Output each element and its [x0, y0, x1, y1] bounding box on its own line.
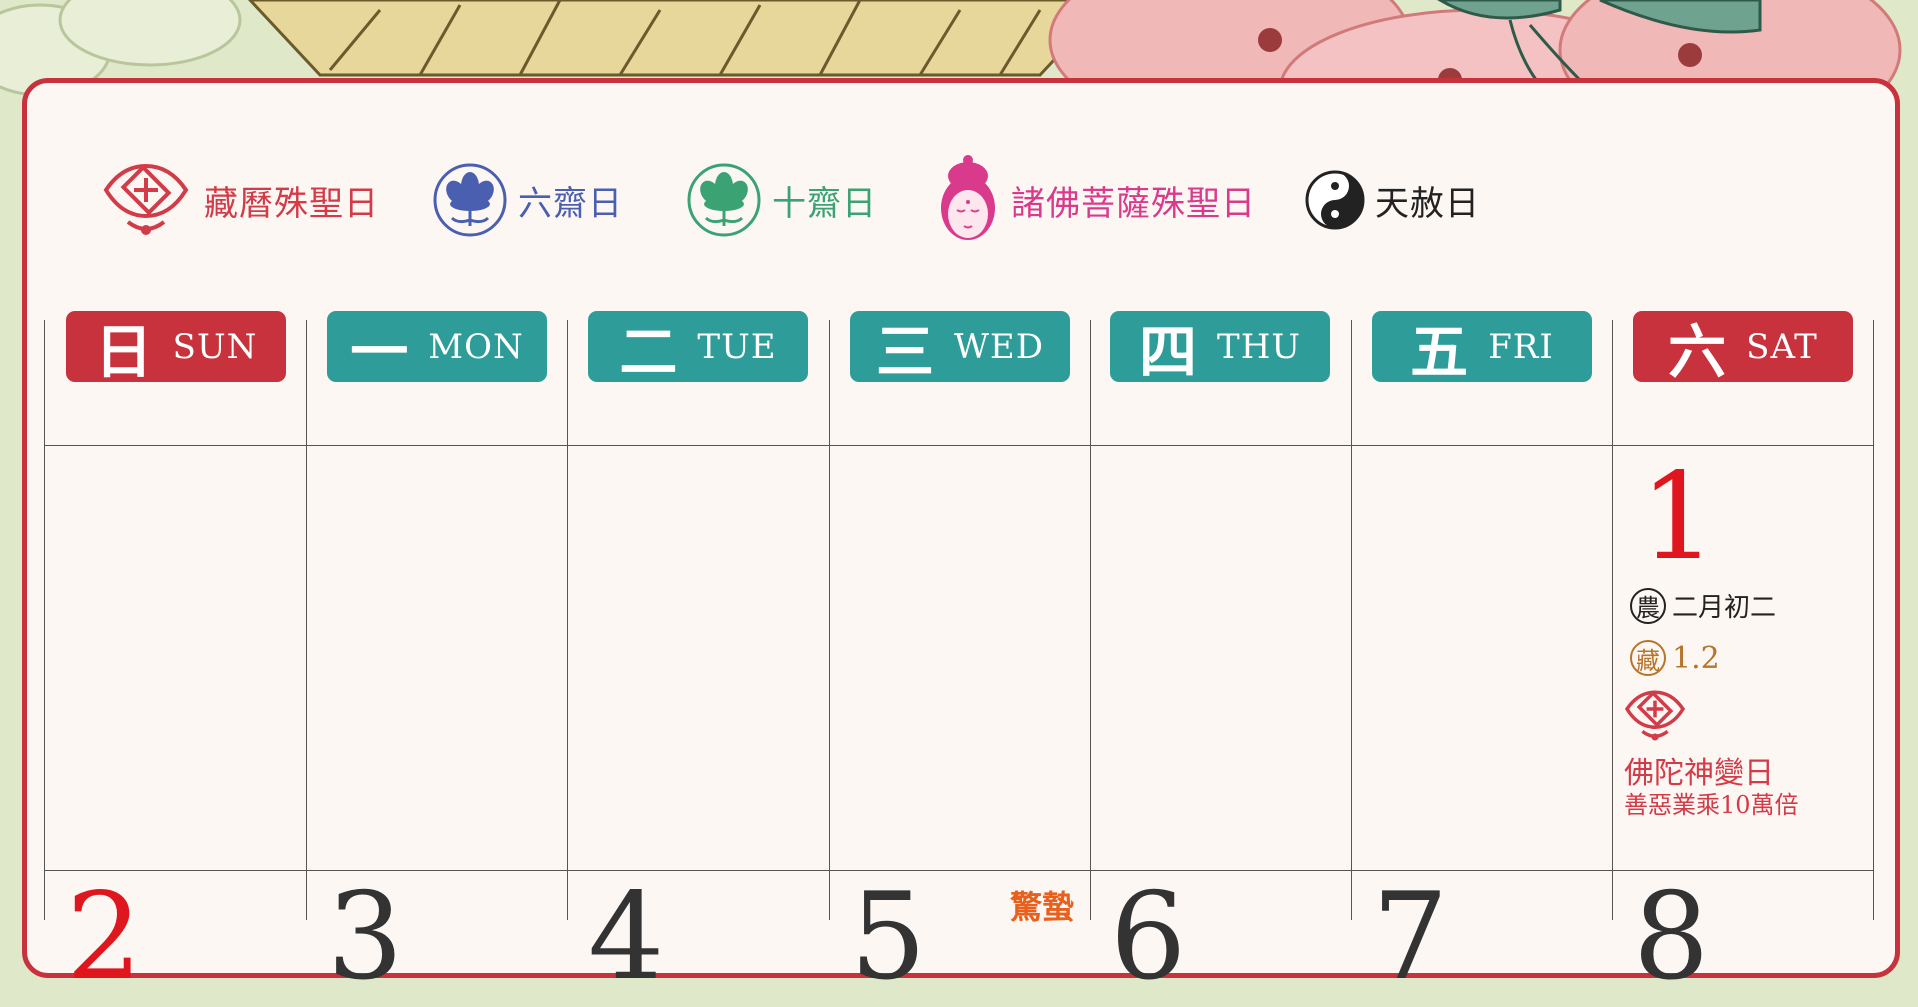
grid-line: [44, 320, 45, 920]
weekday-header-sun: 日 SUN: [66, 311, 286, 386]
golden-lotus-icon: [247, 0, 1113, 77]
legend-item-buddha-holy-day: 諸佛菩薩殊聖日: [935, 155, 1256, 245]
weekday-header-mon: 一 MON: [327, 311, 547, 386]
lotus-green-icon: [687, 163, 761, 237]
endless-knot-icon: [103, 163, 189, 235]
legend-item-tibetan-holy-day: 藏曆殊聖日: [98, 155, 379, 245]
grid-line: [44, 870, 1874, 871]
grid-line: [567, 320, 568, 920]
date-number: 8: [1633, 868, 1710, 1007]
weekday-en: FRI: [1488, 326, 1554, 367]
tibetan-date-text: 1.2: [1672, 640, 1720, 676]
date-number: 7: [1372, 868, 1449, 1007]
yin-yang-icon: [1305, 170, 1365, 230]
weekday-en: THU: [1217, 326, 1301, 367]
endless-knot-icon: [1624, 690, 1686, 741]
weekday-zh: 日: [94, 317, 153, 386]
event-note: 善惡業乘10萬倍: [1624, 791, 1799, 819]
weekday-en: SUN: [172, 326, 258, 367]
grid-line: [1090, 320, 1091, 920]
weekday-zh: 二: [619, 317, 678, 386]
tibetan-badge: 藏: [1630, 640, 1666, 676]
weekday-en: SAT: [1746, 326, 1818, 367]
lotus-blue-icon: [433, 163, 507, 237]
legend-label: 六齋日: [518, 183, 623, 224]
legend-label: 藏曆殊聖日: [204, 183, 379, 224]
lunar-date: 農 二月初二: [1630, 587, 1776, 624]
grid-line: [829, 320, 830, 920]
lunar-date-text: 二月初二: [1672, 593, 1777, 623]
grid-line: [306, 320, 307, 920]
grid-line: [1351, 320, 1352, 920]
weekday-zh: 四: [1139, 317, 1198, 386]
weekday-header-thu: 四 THU: [1110, 311, 1330, 386]
legend-item-heavenly-pardon-day: 天赦日: [1305, 155, 1480, 245]
date-number: 2: [66, 868, 143, 1007]
weekday-en: TUE: [697, 326, 777, 367]
weekday-zh: 五: [1410, 317, 1469, 386]
weekday-header-tue: 二 TUE: [588, 311, 808, 386]
legend-label: 十齋日: [772, 183, 877, 224]
buddha-head-icon: [941, 155, 995, 240]
legend-label: 諸佛菩薩殊聖日: [1011, 183, 1256, 224]
date-number: 6: [1110, 868, 1187, 1007]
weekday-zh: 六: [1668, 317, 1727, 386]
solar-term: 驚蟄: [1010, 888, 1075, 926]
legend-item-six-fasting-day: 六齋日: [432, 155, 623, 245]
grid-line: [44, 445, 1874, 446]
legend-item-ten-fasting-day: 十齋日: [686, 155, 877, 245]
weekday-zh: 一: [350, 317, 409, 386]
legend-label: 天赦日: [1375, 183, 1480, 224]
grid-line: [1612, 320, 1613, 920]
weekday-zh: 三: [875, 317, 934, 386]
weekday-header-sat: 六 SAT: [1633, 311, 1853, 386]
date-number: 3: [327, 868, 404, 1007]
grid-line: [1873, 320, 1874, 920]
date-number: 1: [1640, 448, 1717, 587]
lunar-badge: 農: [1630, 587, 1666, 624]
weekday-header-wed: 三 WED: [850, 311, 1070, 386]
tibetan-date: 藏 1.2: [1630, 640, 1720, 676]
weekday-header-fri: 五 FRI: [1372, 311, 1592, 386]
date-number: 4: [588, 868, 665, 1007]
weekday-en: MON: [428, 326, 524, 367]
date-number: 5: [850, 868, 927, 1007]
weekday-en: WED: [953, 326, 1045, 367]
